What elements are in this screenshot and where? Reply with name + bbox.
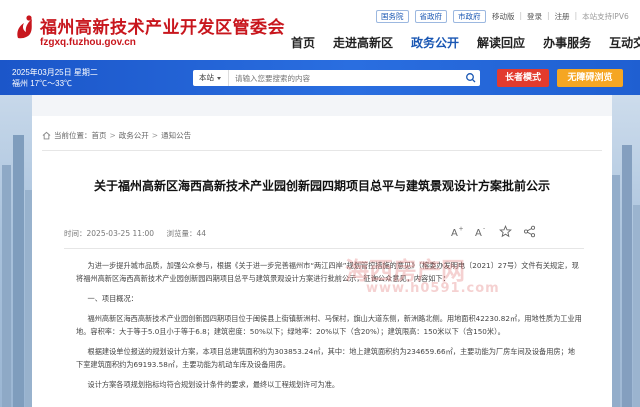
date-weather: 2025年03月25日 星期二 福州 17℃～33℃: [12, 67, 98, 89]
breadcrumb-sep: >: [109, 131, 116, 140]
link-city[interactable]: 市政府: [453, 10, 486, 23]
top-util-links: 移动版 | 登录 | 注册 | 本站支持IPV6: [492, 11, 629, 22]
font-increase-icon[interactable]: A +: [451, 225, 464, 239]
search-scope-select[interactable]: 本站: [193, 70, 228, 86]
util-sep: |: [547, 11, 550, 20]
link-state-council[interactable]: 国务院: [376, 10, 409, 23]
skyline-decoration: [2, 135, 32, 407]
article-paragraph: 根据建设单位报送的规划设计方案，本项目总建筑面积约为303853.24㎡，其中：…: [76, 347, 575, 369]
font-decrease-icon[interactable]: A -: [475, 225, 488, 239]
site-domain: fzgxq.fuzhou.gov.cn: [40, 37, 136, 48]
breadcrumb-sep: >: [151, 131, 159, 140]
city-background-right: [612, 95, 640, 407]
util-sep: |: [519, 11, 523, 20]
nav-interaction[interactable]: 互动交流: [609, 34, 640, 51]
ipv6-label: 本站支持IPV6: [582, 12, 629, 21]
search-input[interactable]: [228, 70, 462, 86]
search-button[interactable]: [462, 70, 480, 86]
article-section-heading: 一、项目概况：: [87, 294, 138, 303]
site-header: 福州高新技术产业开发区管委会 fzgxq.fuzhou.gov.cn 国务院 省…: [0, 0, 640, 60]
breadcrumb-label: 当前位置：: [54, 131, 92, 140]
svg-text:+: +: [459, 226, 464, 233]
link-mobile[interactable]: 移动版: [492, 11, 515, 22]
publish-time: 时间：2025-03-25 11:00: [64, 229, 155, 238]
svg-text:A: A: [451, 228, 458, 238]
weather-info: 福州 17℃～33℃: [12, 79, 73, 88]
search-icon: [466, 73, 476, 83]
divider: [64, 248, 584, 249]
breadcrumb: 当前位置： 首页 > 政务公开 > 通知公告: [42, 130, 191, 141]
share-icon[interactable]: [523, 225, 536, 238]
chevron-down-icon: [217, 76, 221, 80]
top-gov-links: 国务院 省政府 市政府: [376, 10, 486, 23]
main-nav: 首页 走进高新区 政务公开 解读回应 办事服务 互动交流: [291, 34, 640, 51]
link-register[interactable]: 注册: [555, 11, 570, 22]
article-paragraph: 为进一步提升城市品质，加强公众参与，根据《关于进一步完善福州市“两江四岸”规划管…: [76, 261, 579, 283]
accessibility-button[interactable]: 无障碍浏览: [557, 69, 623, 87]
search-banner: 2025年03月25日 星期二 福州 17℃～33℃ 本站 长者模式 无障碍浏览: [0, 60, 640, 95]
article-paragraph: 设计方案各项规划指标均符合规划设计条件的要求，最终以工程规划许可为准。: [87, 380, 340, 389]
link-province[interactable]: 省政府: [414, 10, 447, 23]
nav-home[interactable]: 首页: [291, 34, 315, 51]
article-tools: A + A -: [451, 225, 536, 238]
article-paragraph: 福州高新区海西高新技术产业园创新园四期项目位于闽侯县上街镇新洲村、马保村，旗山大…: [76, 314, 582, 336]
svg-text:A: A: [475, 228, 482, 238]
nav-interpretation[interactable]: 解读回应: [477, 34, 525, 51]
nav-about[interactable]: 走进高新区: [333, 34, 393, 51]
breadcrumb-notices[interactable]: 通知公告: [161, 130, 191, 141]
link-login[interactable]: 登录: [527, 11, 542, 22]
breadcrumb-home[interactable]: 首页: [92, 130, 107, 141]
logo-icon: [17, 15, 32, 39]
breadcrumb-gov-affairs[interactable]: 政务公开: [119, 130, 149, 141]
nav-gov-affairs[interactable]: 政务公开: [411, 34, 459, 51]
divider: [42, 150, 602, 151]
search-scope-label: 本站: [199, 73, 214, 82]
elder-mode-button[interactable]: 长者模式: [497, 69, 549, 87]
util-sep: |: [574, 11, 578, 20]
home-icon: [42, 131, 51, 140]
svg-text:-: -: [483, 226, 485, 233]
view-count: 浏览量：44: [166, 229, 207, 238]
article-meta: 时间：2025-03-25 11:00 浏览量：44: [64, 228, 216, 239]
star-icon[interactable]: [499, 225, 512, 238]
article-body: 为进一步提升城市品质，加强公众参与，根据《关于进一步完善福州市“两江四岸”规划管…: [76, 259, 582, 398]
city-background-left: [0, 95, 32, 407]
article-card: 当前位置： 首页 > 政务公开 > 通知公告 关于福州高新区海西高新技术产业园创…: [32, 116, 612, 407]
watermark-url: www.h0591.com: [366, 281, 500, 296]
nav-services[interactable]: 办事服务: [543, 34, 591, 51]
current-date: 2025年03月25日 星期二: [12, 68, 98, 77]
skyline-decoration: [612, 145, 640, 407]
site-title[interactable]: 福州高新技术产业开发区管委会: [40, 13, 285, 38]
article-title: 关于福州高新区海西高新技术产业园创新园四期项目总平与建筑景观设计方案批前公示: [93, 179, 550, 193]
